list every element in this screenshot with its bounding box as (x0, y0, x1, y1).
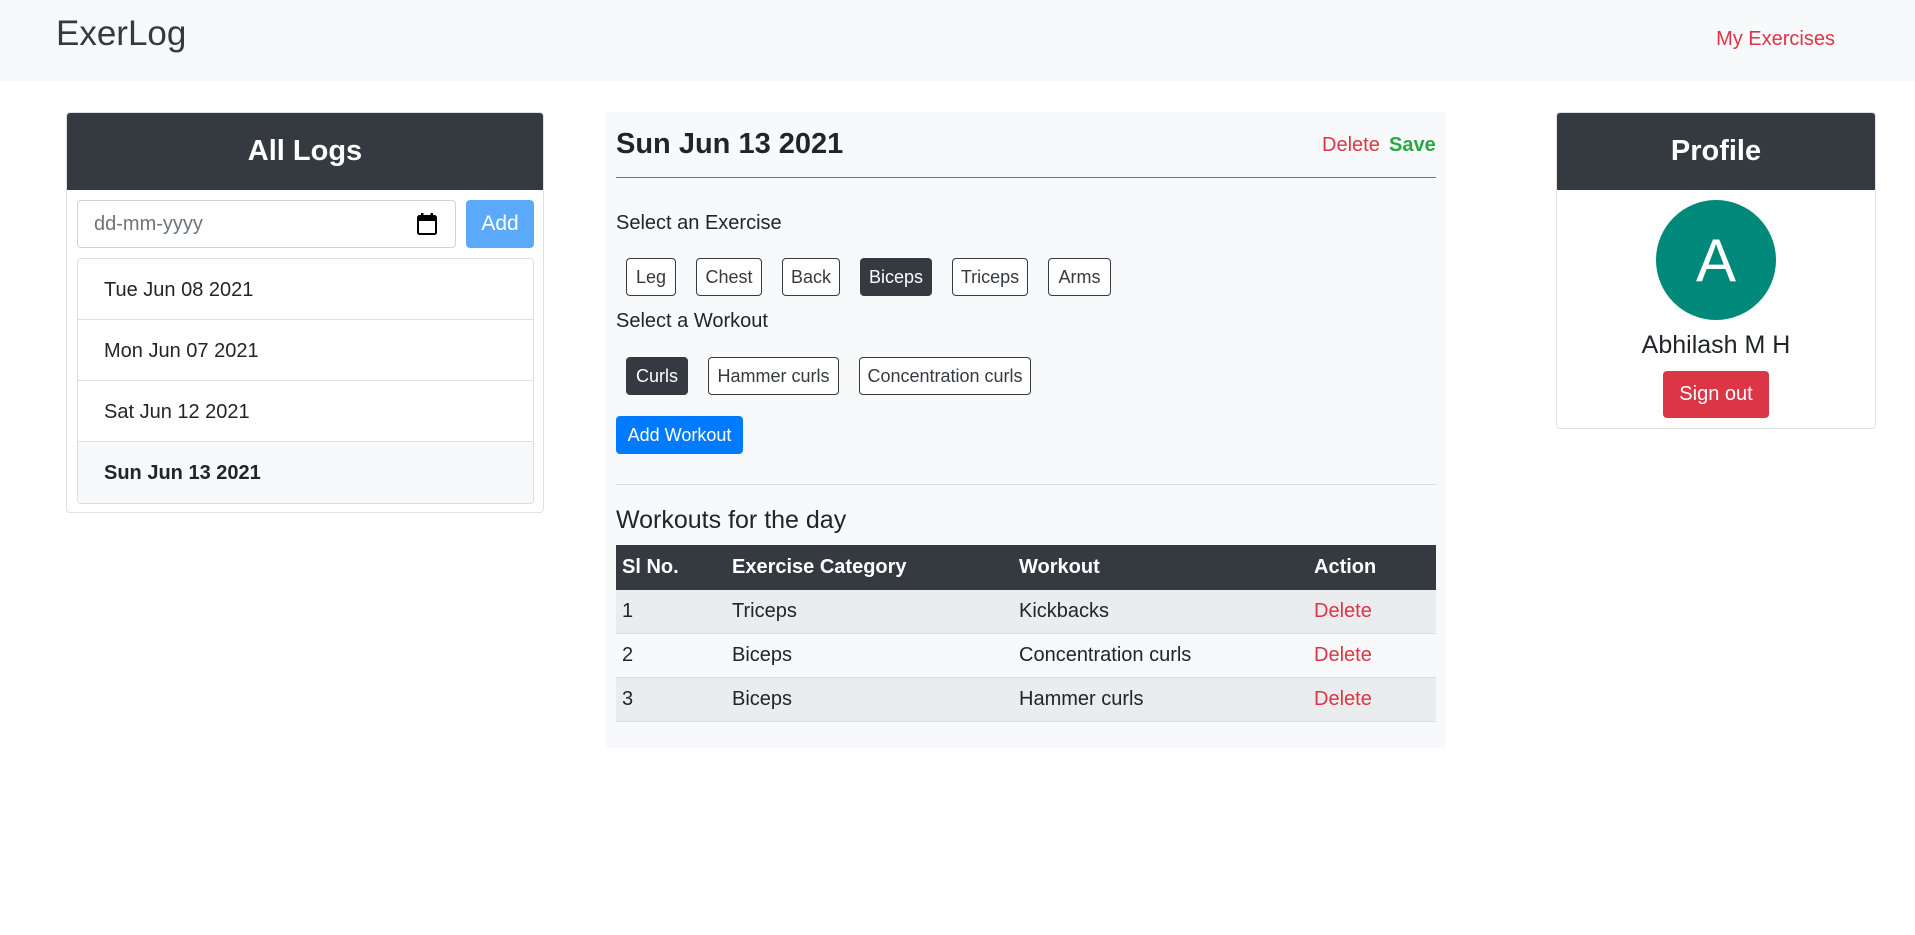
row-delete-link[interactable]: Delete (1314, 678, 1372, 721)
log-item[interactable]: Tue Jun 08 2021 (78, 259, 533, 320)
cell-sl-no: 3 (622, 688, 634, 710)
col-header-workout: Workout (1019, 556, 1100, 578)
delete-day-link[interactable]: Delete (1322, 134, 1380, 157)
divider (616, 177, 1436, 178)
workout-chip-concentration-curls[interactable]: Concentration curls (859, 357, 1031, 395)
table-header: Sl No. Exercise Category Workout Action (616, 545, 1436, 590)
avatar: A (1656, 200, 1776, 320)
cell-workout: Concentration curls (1019, 644, 1192, 666)
workout-chip-hammer-curls[interactable]: Hammer curls (708, 357, 839, 395)
all-logs-card: All Logs dd-mm-yyyy Add Tue Jun 08 2021 … (66, 112, 544, 513)
exercise-chip-triceps[interactable]: Triceps (952, 258, 1028, 296)
col-header-action: Action (1314, 556, 1377, 578)
log-item[interactable]: Mon Jun 07 2021 (78, 320, 533, 381)
row-delete-link[interactable]: Delete (1314, 634, 1372, 677)
calendar-icon[interactable] (417, 213, 437, 235)
log-item-active[interactable]: Sun Jun 13 2021 (78, 442, 533, 503)
row-delete-link[interactable]: Delete (1314, 590, 1372, 633)
save-day-link[interactable]: Save (1389, 134, 1436, 157)
add-log-button[interactable]: Add (466, 200, 534, 248)
exercise-chip-leg[interactable]: Leg (626, 258, 676, 296)
exercise-chip-chest[interactable]: Chest (696, 258, 762, 296)
col-header-sl-no: Sl No. (622, 556, 679, 578)
exercise-chip-biceps[interactable]: Biceps (860, 258, 932, 296)
nav-link-my-exercises[interactable]: My Exercises (1716, 28, 1835, 51)
col-header-category: Exercise Category (732, 556, 907, 578)
exercise-prompt: Select an Exercise (616, 212, 782, 234)
navbar: ExerLog My Exercises (0, 0, 1915, 81)
sign-out-button[interactable]: Sign out (1663, 371, 1769, 418)
table-row: 2 Biceps Concentration curls Delete (616, 634, 1436, 678)
cell-category: Biceps (732, 644, 793, 666)
add-workout-button[interactable]: Add Workout (616, 416, 743, 454)
cell-workout: Hammer curls (1019, 688, 1144, 710)
cell-category: Biceps (732, 688, 793, 710)
log-list: Tue Jun 08 2021 Mon Jun 07 2021 Sat Jun … (77, 258, 534, 504)
workout-chip-curls[interactable]: Curls (626, 357, 688, 395)
day-title: Sun Jun 13 2021 (616, 128, 844, 160)
cell-sl-no: 2 (622, 644, 634, 666)
profile-card: Profile A Abhilash M H Sign out (1556, 112, 1876, 429)
brand-logo[interactable]: ExerLog (56, 14, 186, 54)
table-row: 3 Biceps Hammer curls Delete (616, 678, 1436, 722)
all-logs-header: All Logs (67, 113, 543, 190)
date-input[interactable]: dd-mm-yyyy (77, 200, 456, 248)
workouts-title: Workouts for the day (616, 506, 847, 534)
date-placeholder: dd-mm-yyyy (94, 213, 203, 235)
divider (616, 484, 1436, 485)
table-row: 1 Triceps Kickbacks Delete (616, 590, 1436, 634)
cell-category: Triceps (732, 600, 797, 622)
cell-workout: Kickbacks (1019, 600, 1110, 622)
log-item[interactable]: Sat Jun 12 2021 (78, 381, 533, 442)
exercise-chip-arms[interactable]: Arms (1048, 258, 1111, 296)
workout-prompt: Select a Workout (616, 310, 768, 332)
profile-name: Abhilash M H (1641, 331, 1791, 359)
cell-sl-no: 1 (622, 600, 634, 622)
workouts-table: Sl No. Exercise Category Workout Action … (616, 545, 1436, 722)
profile-header: Profile (1557, 113, 1875, 190)
exercise-chip-back[interactable]: Back (782, 258, 840, 296)
day-panel: Sun Jun 13 2021 Delete Save Select an Ex… (606, 112, 1446, 748)
